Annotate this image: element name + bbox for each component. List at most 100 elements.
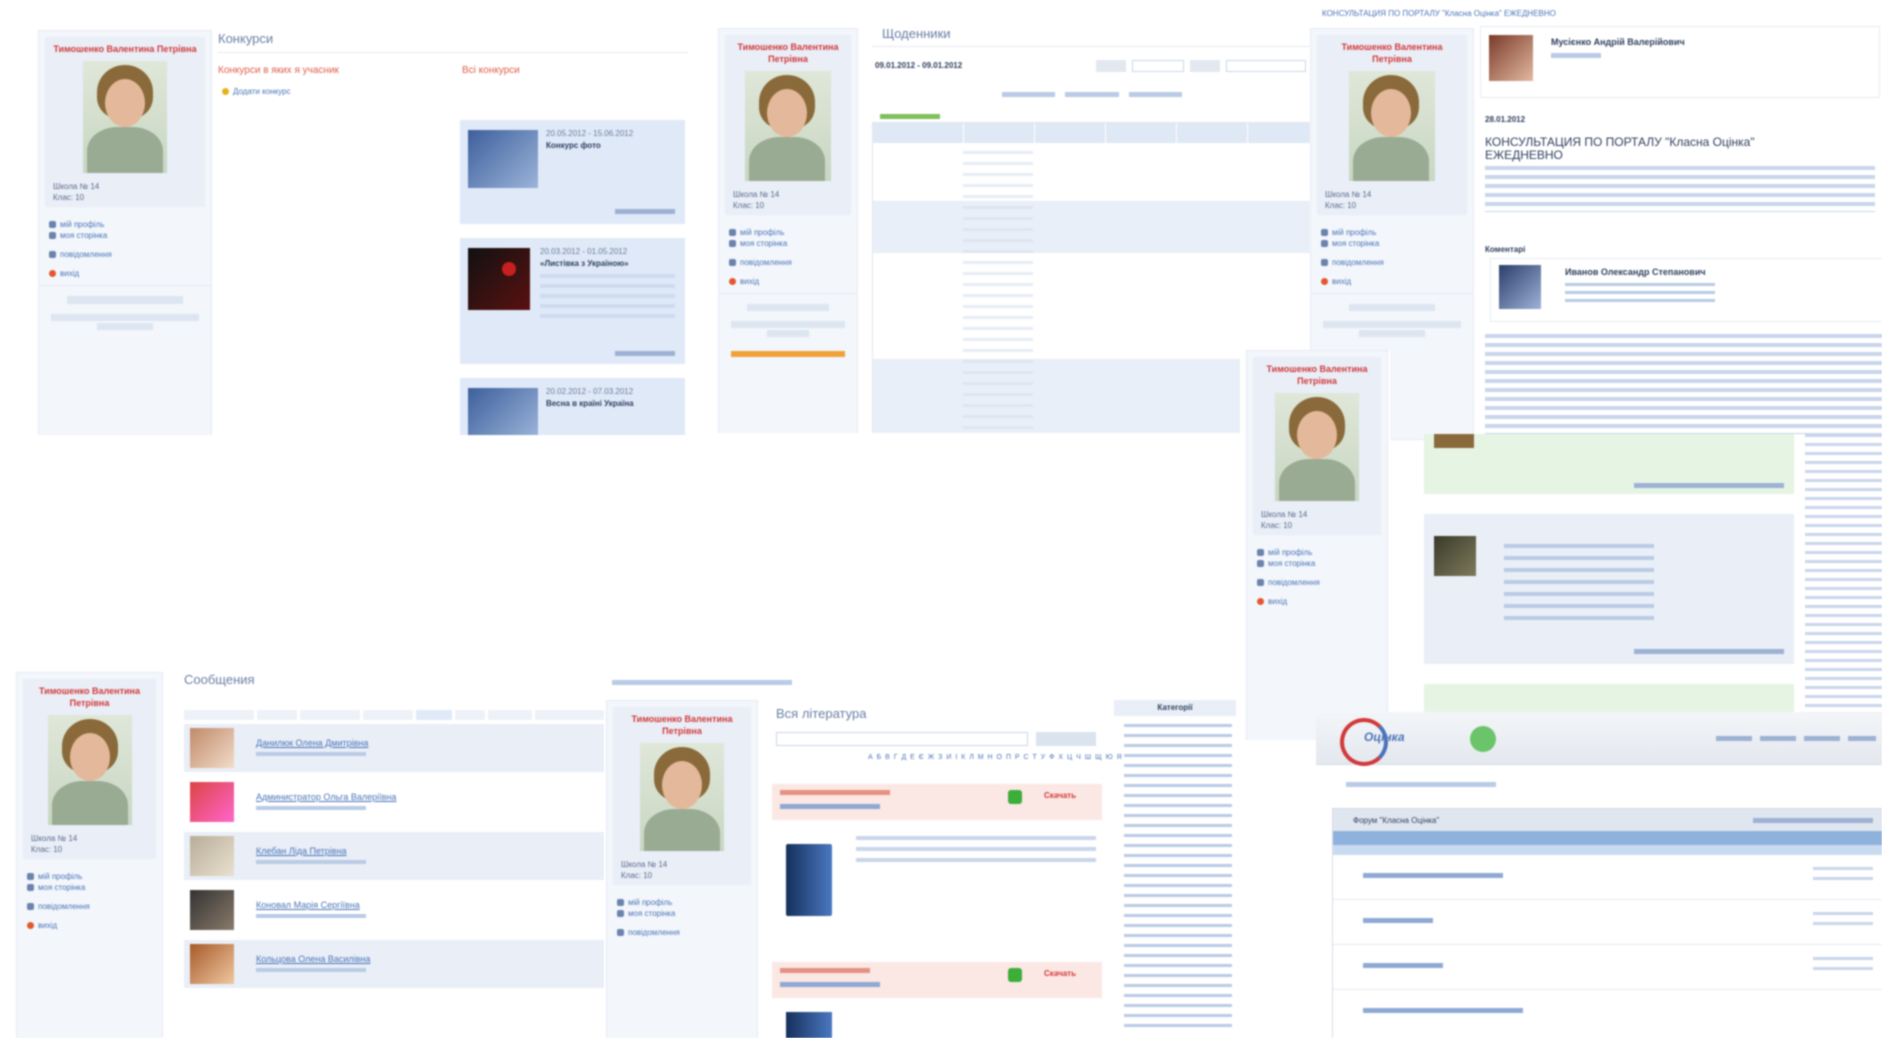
tab[interactable] — [455, 710, 485, 720]
list-item[interactable]: Администратор Ольга Валеріївна — [184, 778, 604, 826]
profile-name: Тимошенко Валентина Петрівна — [1266, 364, 1368, 386]
home-icon[interactable] — [1470, 726, 1496, 752]
alphabet-filter[interactable]: А Б В Г Д Е Є Ж З И І К Л М Н О П Р С Т … — [868, 754, 1123, 761]
sender-name[interactable]: Администратор Ольга Валеріївна — [256, 792, 396, 803]
profile-sidebar: Тимошенко Валентина Петрівна Школа № 14 К… — [606, 700, 758, 1038]
breadcrumb: КОНСУЛЬТАЦИЯ ПО ПОРТАЛУ "Класна Оцінка" … — [1322, 9, 1556, 18]
my-page-link[interactable]: моя сторінка — [1257, 558, 1377, 569]
logout-link[interactable]: вихід — [27, 920, 152, 931]
tab-all-contests[interactable]: Всі конкурси — [462, 65, 520, 76]
contest-item[interactable]: 20.03.2012 - 01.05.2012 «Листівка з Укра… — [460, 238, 685, 364]
sender-name[interactable]: Коновал Марія Сергіївна — [256, 900, 360, 911]
profile-name: Тимошенко Валентина Петрівна — [737, 42, 839, 64]
screenshot-dnevniki: Тимошенко Валентина Петрівна Школа № 14 К… — [712, 18, 1310, 433]
contest-thumb — [468, 388, 538, 435]
add-contest-link[interactable]: Додати конкурс — [222, 87, 290, 96]
page-title: Конкурси — [218, 31, 274, 46]
sender-name[interactable]: Кольцова Олена Василівна — [256, 954, 370, 965]
download-button[interactable]: Скачать — [1044, 790, 1076, 801]
forum-table: Форум "Класна Оцінка" — [1332, 808, 1882, 1038]
my-profile-link[interactable]: мій профіль — [1321, 227, 1463, 238]
table-row[interactable] — [1333, 855, 1882, 900]
feed-avatar — [1434, 536, 1476, 576]
comments-heading: Коментарі — [1485, 245, 1526, 254]
message-tabs — [184, 710, 604, 720]
profile-sidebar: Тимошенко Валентина Петрівна Школа № 14 К… — [1246, 350, 1388, 740]
table-row[interactable] — [1333, 900, 1882, 945]
my-page-link[interactable]: моя сторінка — [49, 230, 201, 241]
filter-select[interactable] — [1226, 60, 1306, 72]
feed-item[interactable] — [1424, 434, 1794, 494]
breadcrumb — [1346, 782, 1496, 787]
logout-link[interactable]: вихід — [1257, 596, 1377, 607]
contest-item[interactable]: 20.05.2012 - 15.06.2012 Конкурс фото — [460, 120, 685, 224]
tab[interactable] — [416, 710, 452, 720]
my-profile-link[interactable]: мій профіль — [1257, 547, 1377, 558]
messages-link[interactable]: повідомлення — [729, 257, 847, 268]
tab[interactable] — [184, 710, 254, 720]
feed-item[interactable] — [1424, 514, 1794, 664]
messages-link[interactable]: повідомлення — [49, 249, 201, 260]
avatar — [190, 944, 234, 984]
tab-my-contests[interactable]: Конкурси в яких я учасник — [218, 65, 339, 76]
contest-item[interactable]: 20.02.2012 - 07.03.2012 Весна в країні У… — [460, 378, 685, 435]
messages-link[interactable]: повідомлення — [27, 901, 152, 912]
profile-photo — [745, 71, 831, 181]
profile-sidebar: Тимошенко Валентина Петрівна Школа № 14 К… — [16, 672, 163, 1038]
messages-link[interactable]: повідомлення — [1257, 577, 1377, 588]
profile-sidebar: Тимошенко Валентина Петрівна Школа № 14 К… — [718, 28, 858, 433]
profile-footer — [39, 285, 211, 340]
screenshot-konkursy: Тимошенко Валентина Петрівна Школа № 14 … — [30, 20, 695, 435]
book-header[interactable]: Скачать — [772, 962, 1102, 998]
my-page-link[interactable]: моя сторінка — [617, 908, 747, 919]
tab[interactable] — [535, 710, 604, 720]
list-item[interactable]: Данилюк Олена Дмитрівна — [184, 724, 604, 772]
my-profile-link[interactable]: мій профіль — [49, 219, 201, 230]
user-icon — [49, 221, 56, 228]
sender-name[interactable]: Данилюк Олена Дмитрівна — [256, 738, 368, 749]
messages-link[interactable]: повідомлення — [617, 927, 747, 938]
tab[interactable] — [300, 710, 360, 720]
my-profile-link[interactable]: мій профіль — [617, 897, 747, 908]
logout-link[interactable]: вихід — [1321, 276, 1463, 287]
contest-list: 20.05.2012 - 15.06.2012 Конкурс фото 20.… — [460, 120, 685, 435]
book-header[interactable]: Скачать — [772, 784, 1102, 820]
article-body — [1485, 166, 1875, 212]
article-header: Мусієнко Андрій Валерійович — [1480, 26, 1880, 98]
top-nav[interactable] — [1716, 736, 1876, 741]
category-list[interactable] — [1124, 724, 1232, 1034]
search-button[interactable] — [1036, 732, 1096, 746]
list-item[interactable]: Кольцова Олена Василівна — [184, 940, 604, 988]
sender-name[interactable]: Клебан Ліда Петрівна — [256, 846, 347, 857]
list-item[interactable]: Коновал Марія Сергіївна — [184, 886, 604, 934]
search-input[interactable] — [776, 732, 1028, 746]
table-row — [873, 253, 1310, 360]
profile-name: Тимошенко Валентина Петрівна — [53, 44, 197, 54]
tab[interactable] — [488, 710, 532, 720]
logout-link[interactable]: вихід — [49, 268, 201, 279]
my-page-link[interactable]: моя сторінка — [729, 238, 847, 249]
download-icon[interactable] — [1008, 968, 1022, 982]
list-item[interactable]: Клебан Ліда Петрівна — [184, 832, 604, 880]
download-icon[interactable] — [1008, 790, 1022, 804]
download-button[interactable]: Скачать — [1044, 968, 1076, 979]
table-row[interactable] — [1333, 990, 1882, 1034]
profile-links: мій профіль моя сторінка повідомлення ви… — [39, 213, 211, 285]
my-profile-link[interactable]: мій профіль — [27, 871, 152, 882]
tab[interactable] — [257, 710, 297, 720]
table-row[interactable] — [1333, 945, 1882, 990]
my-profile-link[interactable]: мій профіль — [729, 227, 847, 238]
messages-link[interactable]: повідомлення — [1321, 257, 1463, 268]
logout-link[interactable]: вихід — [729, 276, 847, 287]
right-sidebar — [1805, 434, 1882, 724]
comment: Иванов Олександр Степанович — [1490, 258, 1882, 322]
categories-heading: Категорії — [1114, 700, 1236, 716]
message-list: Данилюк Олена Дмитрівна Администратор Ол… — [184, 724, 604, 994]
my-page-link[interactable]: моя сторінка — [1321, 238, 1463, 249]
avatar — [190, 836, 234, 876]
my-page-link[interactable]: моя сторінка — [27, 882, 152, 893]
screenshot-profile-column: Тимошенко Валентина Петрівна Школа № 14 К… — [1240, 350, 1390, 740]
tab[interactable] — [363, 710, 413, 720]
comment-body — [1485, 334, 1882, 434]
filter-select[interactable] — [1132, 60, 1184, 72]
